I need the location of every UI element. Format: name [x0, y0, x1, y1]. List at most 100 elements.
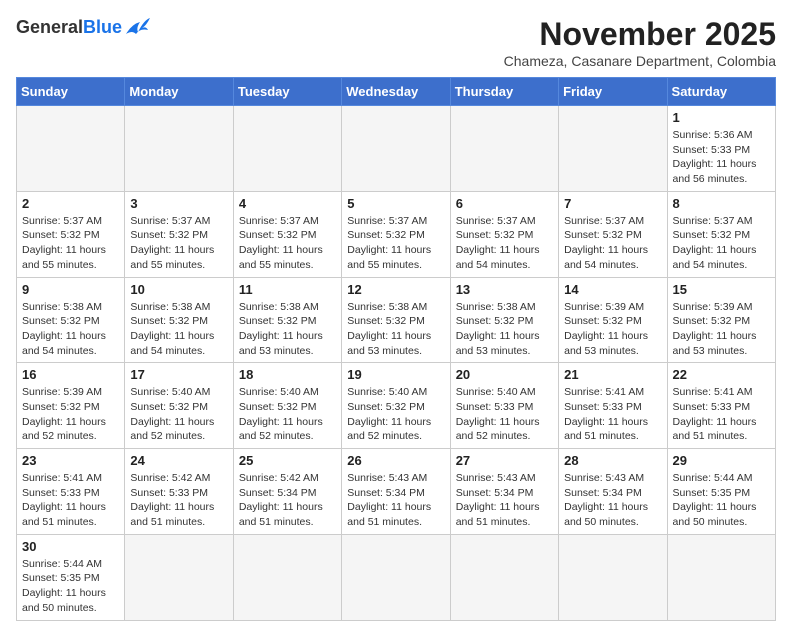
calendar-cell	[450, 106, 558, 192]
calendar-cell: 9Sunrise: 5:38 AMSunset: 5:32 PMDaylight…	[17, 277, 125, 363]
cell-details: Sunrise: 5:38 AMSunset: 5:32 PMDaylight:…	[130, 300, 227, 359]
calendar-cell: 24 Sunrise: 5:42 AMSunset: 5:33 PMDayligh…	[125, 449, 233, 535]
location-subtitle: Chameza, Casanare Department, Colombia	[504, 53, 776, 69]
cell-details: Sunrise: 5:41 AMSunset: 5:33 PMDaylight:…	[673, 385, 770, 444]
day-number: 17	[130, 367, 227, 382]
calendar-cell	[342, 534, 450, 620]
day-number: 22	[673, 367, 770, 382]
day-number: 6	[456, 196, 553, 211]
calendar-cell: 5 Sunrise: 5:37 AMSunset: 5:32 PMDaylight…	[342, 191, 450, 277]
logo-blue-text: Blue	[83, 17, 122, 38]
weekday-header-thursday: Thursday	[450, 78, 558, 106]
day-number: 25	[239, 453, 336, 468]
calendar-cell: 6Sunrise: 5:37 AMSunset: 5:32 PMDaylight…	[450, 191, 558, 277]
calendar-cell: 28 Sunrise: 5:43 AMSunset: 5:34 PMDayligh…	[559, 449, 667, 535]
calendar-cell: 22 Sunrise: 5:41 AMSunset: 5:33 PMDayligh…	[667, 363, 775, 449]
cell-details: Sunrise: 5:38 AMSunset: 5:32 PMDaylight:…	[22, 300, 119, 359]
month-title: November 2025	[504, 16, 776, 53]
weekday-header-row: SundayMondayTuesdayWednesdayThursdayFrid…	[17, 78, 776, 106]
day-number: 28	[564, 453, 661, 468]
day-number: 2	[22, 196, 119, 211]
calendar-cell: 20 Sunrise: 5:40 AMSunset: 5:33 PMDayligh…	[450, 363, 558, 449]
calendar-cell: 21 Sunrise: 5:41 AMSunset: 5:33 PMDayligh…	[559, 363, 667, 449]
logo-general-text: General	[16, 17, 83, 38]
cell-details: Sunrise: 5:44 AMSunset: 5:35 PMDaylight:…	[22, 557, 119, 616]
cell-details: Sunrise: 5:43 AMSunset: 5:34 PMDaylight:…	[564, 471, 661, 530]
calendar-week-0: 1 Sunrise: 5:36 AMSunset: 5:33 PMDaylight…	[17, 106, 776, 192]
logo: General Blue	[16, 16, 152, 38]
calendar-cell	[125, 534, 233, 620]
calendar-cell: 19 Sunrise: 5:40 AMSunset: 5:32 PMDayligh…	[342, 363, 450, 449]
weekday-header-tuesday: Tuesday	[233, 78, 341, 106]
calendar-cell: 30 Sunrise: 5:44 AMSunset: 5:35 PMDayligh…	[17, 534, 125, 620]
calendar-cell: 8Sunrise: 5:37 AMSunset: 5:32 PMDaylight…	[667, 191, 775, 277]
cell-details: Sunrise: 5:38 AMSunset: 5:32 PMDaylight:…	[456, 300, 553, 359]
day-number: 5	[347, 196, 444, 211]
calendar-week-2: 9Sunrise: 5:38 AMSunset: 5:32 PMDaylight…	[17, 277, 776, 363]
calendar-cell: 3 Sunrise: 5:37 AMSunset: 5:32 PMDaylight…	[125, 191, 233, 277]
day-number: 14	[564, 282, 661, 297]
calendar-cell: 7Sunrise: 5:37 AMSunset: 5:32 PMDaylight…	[559, 191, 667, 277]
cell-details: Sunrise: 5:37 AMSunset: 5:32 PMDaylight:…	[130, 214, 227, 273]
calendar-week-5: 30 Sunrise: 5:44 AMSunset: 5:35 PMDayligh…	[17, 534, 776, 620]
day-number: 19	[347, 367, 444, 382]
day-number: 21	[564, 367, 661, 382]
cell-details: Sunrise: 5:36 AMSunset: 5:33 PMDaylight:…	[673, 128, 770, 187]
calendar-cell	[342, 106, 450, 192]
cell-details: Sunrise: 5:42 AMSunset: 5:34 PMDaylight:…	[239, 471, 336, 530]
day-number: 29	[673, 453, 770, 468]
cell-details: Sunrise: 5:40 AMSunset: 5:32 PMDaylight:…	[130, 385, 227, 444]
calendar-cell: 29Sunrise: 5:44 AMSunset: 5:35 PMDayligh…	[667, 449, 775, 535]
day-number: 8	[673, 196, 770, 211]
day-number: 7	[564, 196, 661, 211]
calendar-cell	[450, 534, 558, 620]
calendar-cell: 25 Sunrise: 5:42 AMSunset: 5:34 PMDayligh…	[233, 449, 341, 535]
cell-details: Sunrise: 5:41 AMSunset: 5:33 PMDaylight:…	[22, 471, 119, 530]
calendar-cell	[559, 534, 667, 620]
calendar-cell: 17 Sunrise: 5:40 AMSunset: 5:32 PMDayligh…	[125, 363, 233, 449]
calendar-cell	[559, 106, 667, 192]
calendar-cell	[667, 534, 775, 620]
day-number: 20	[456, 367, 553, 382]
day-number: 24	[130, 453, 227, 468]
day-number: 3	[130, 196, 227, 211]
calendar-cell: 18Sunrise: 5:40 AMSunset: 5:32 PMDayligh…	[233, 363, 341, 449]
cell-details: Sunrise: 5:37 AMSunset: 5:32 PMDaylight:…	[22, 214, 119, 273]
calendar-cell: 26Sunrise: 5:43 AMSunset: 5:34 PMDayligh…	[342, 449, 450, 535]
cell-details: Sunrise: 5:39 AMSunset: 5:32 PMDaylight:…	[564, 300, 661, 359]
day-number: 23	[22, 453, 119, 468]
calendar-cell: 1 Sunrise: 5:36 AMSunset: 5:33 PMDaylight…	[667, 106, 775, 192]
day-number: 30	[22, 539, 119, 554]
cell-details: Sunrise: 5:42 AMSunset: 5:33 PMDaylight:…	[130, 471, 227, 530]
cell-details: Sunrise: 5:39 AMSunset: 5:32 PMDaylight:…	[673, 300, 770, 359]
cell-details: Sunrise: 5:38 AMSunset: 5:32 PMDaylight:…	[347, 300, 444, 359]
cell-details: Sunrise: 5:40 AMSunset: 5:32 PMDaylight:…	[239, 385, 336, 444]
calendar-cell: 14 Sunrise: 5:39 AMSunset: 5:32 PMDayligh…	[559, 277, 667, 363]
day-number: 27	[456, 453, 553, 468]
title-section: November 2025 Chameza, Casanare Departme…	[504, 16, 776, 69]
calendar-cell: 4Sunrise: 5:37 AMSunset: 5:32 PMDaylight…	[233, 191, 341, 277]
cell-details: Sunrise: 5:41 AMSunset: 5:33 PMDaylight:…	[564, 385, 661, 444]
calendar-table: SundayMondayTuesdayWednesdayThursdayFrid…	[16, 77, 776, 621]
page-header: General Blue November 2025 Chameza, Casa…	[16, 16, 776, 69]
day-number: 13	[456, 282, 553, 297]
cell-details: Sunrise: 5:37 AMSunset: 5:32 PMDaylight:…	[347, 214, 444, 273]
weekday-header-wednesday: Wednesday	[342, 78, 450, 106]
calendar-week-3: 16Sunrise: 5:39 AMSunset: 5:32 PMDayligh…	[17, 363, 776, 449]
day-number: 16	[22, 367, 119, 382]
day-number: 1	[673, 110, 770, 125]
cell-details: Sunrise: 5:43 AMSunset: 5:34 PMDaylight:…	[456, 471, 553, 530]
calendar-cell: 15 Sunrise: 5:39 AMSunset: 5:32 PMDayligh…	[667, 277, 775, 363]
cell-details: Sunrise: 5:43 AMSunset: 5:34 PMDaylight:…	[347, 471, 444, 530]
day-number: 15	[673, 282, 770, 297]
day-number: 11	[239, 282, 336, 297]
calendar-cell: 10 Sunrise: 5:38 AMSunset: 5:32 PMDayligh…	[125, 277, 233, 363]
day-number: 10	[130, 282, 227, 297]
calendar-cell: 11Sunrise: 5:38 AMSunset: 5:32 PMDayligh…	[233, 277, 341, 363]
weekday-header-monday: Monday	[125, 78, 233, 106]
day-number: 4	[239, 196, 336, 211]
cell-details: Sunrise: 5:40 AMSunset: 5:33 PMDaylight:…	[456, 385, 553, 444]
calendar-cell	[233, 534, 341, 620]
weekday-header-saturday: Saturday	[667, 78, 775, 106]
cell-details: Sunrise: 5:40 AMSunset: 5:32 PMDaylight:…	[347, 385, 444, 444]
